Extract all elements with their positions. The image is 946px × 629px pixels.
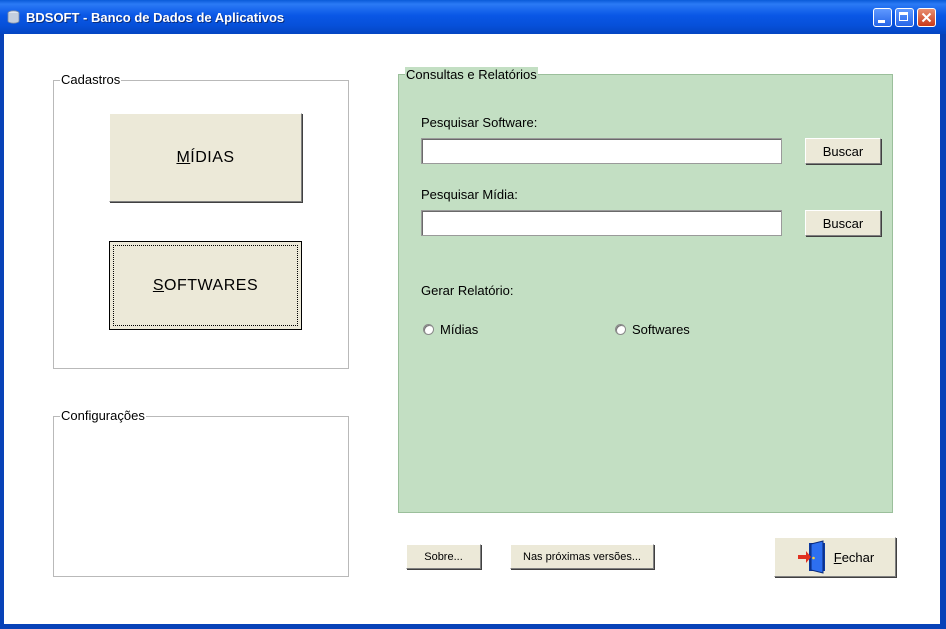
app-icon: [7, 10, 20, 24]
close-button[interactable]: [917, 8, 936, 27]
fechar-button[interactable]: Fechar: [774, 537, 896, 577]
configuracoes-group-title: Configurações: [60, 408, 146, 423]
fechar-accel: F: [833, 549, 842, 565]
fechar-label: echar: [841, 549, 875, 565]
radio-midias-label: Mídias: [440, 322, 479, 337]
window-title: BDSOFT - Banco de Dados de Aplicativos: [26, 10, 285, 25]
proximas-versoes-button[interactable]: Nas próximas versões...: [510, 544, 654, 569]
consultas-group-title: Consultas e Relatórios: [405, 67, 538, 82]
app-window: BDSOFT - Banco de Dados de Aplicativos C…: [0, 0, 946, 629]
radio-midias-circle[interactable]: [423, 324, 434, 335]
radio-softwares[interactable]: Softwares: [615, 322, 690, 337]
client-area: Cadastros M ÍDIAS S OFTWARES Configurações…: [4, 34, 940, 624]
sobre-button[interactable]: Sobre...: [406, 544, 481, 569]
configuracoes-group: Configurações: [53, 408, 349, 577]
minimize-icon: [878, 20, 885, 23]
softwares-button[interactable]: S OFTWARES: [109, 241, 302, 330]
cadastros-group: Cadastros M ÍDIAS S OFTWARES: [53, 72, 349, 369]
softwares-button-label: OFTWARES: [164, 276, 259, 294]
pesquisar-midia-label: Pesquisar Mídia:: [421, 187, 518, 202]
title-bar[interactable]: BDSOFT - Banco de Dados de Aplicativos: [0, 0, 946, 34]
close-icon: [921, 12, 932, 23]
radio-softwares-label: Softwares: [632, 322, 690, 337]
maximize-icon: [899, 12, 908, 21]
buscar-midia-button[interactable]: Buscar: [805, 210, 881, 236]
buscar-software-button[interactable]: Buscar: [805, 138, 881, 164]
software-search-input[interactable]: [421, 138, 782, 164]
consultas-panel: Consultas e Relatórios Pesquisar Softwar…: [398, 67, 893, 513]
softwares-button-accel: S: [152, 276, 165, 294]
maximize-button[interactable]: [895, 8, 914, 27]
radio-softwares-circle[interactable]: [615, 324, 626, 335]
midias-button-label: ÍDIAS: [190, 148, 235, 166]
pesquisar-software-label: Pesquisar Software:: [421, 115, 538, 130]
radio-midias[interactable]: Mídias: [423, 322, 478, 337]
cadastros-group-title: Cadastros: [60, 72, 122, 87]
gerar-relatorio-label: Gerar Relatório:: [421, 283, 514, 298]
midia-search-input[interactable]: [421, 210, 782, 236]
minimize-button[interactable]: [873, 8, 892, 27]
midias-button-accel: M: [176, 148, 191, 166]
exit-door-icon: [797, 540, 825, 574]
midias-button[interactable]: M ÍDIAS: [109, 113, 302, 202]
